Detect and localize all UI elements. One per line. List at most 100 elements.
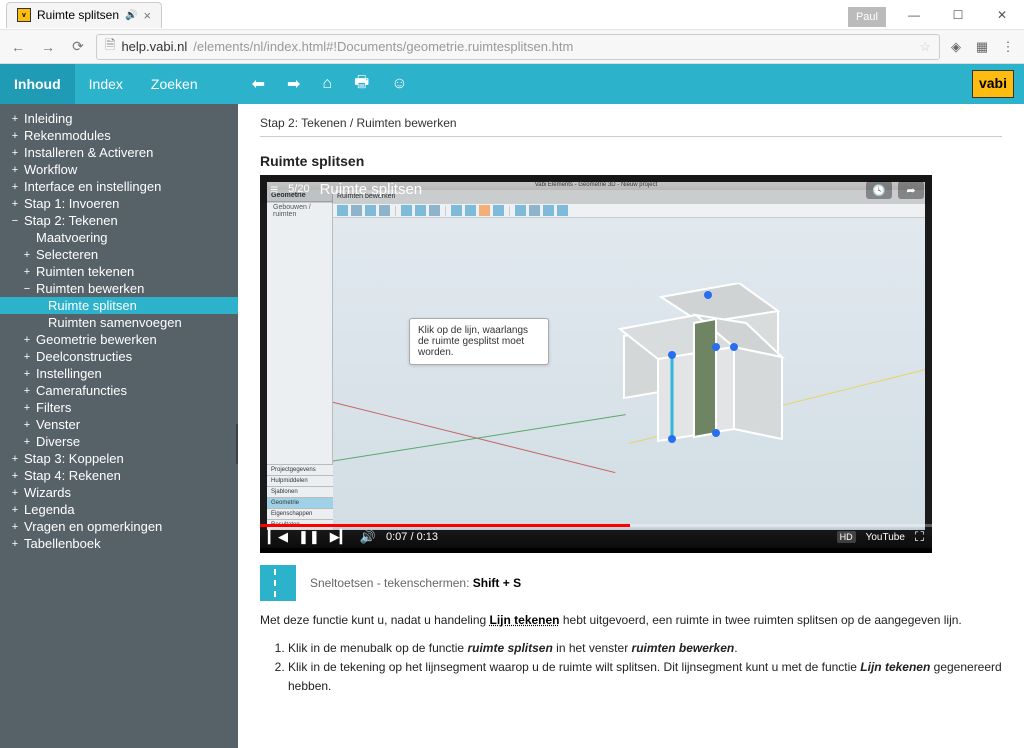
tool-icon[interactable] — [479, 205, 490, 216]
tool-icon[interactable] — [429, 205, 440, 216]
expand-icon[interactable]: + — [10, 130, 20, 142]
sidebar-item[interactable]: +Stap 4: Rekenen — [0, 467, 238, 484]
tool-icon[interactable] — [401, 205, 412, 216]
tool-icon[interactable] — [493, 205, 504, 216]
next-icon[interactable]: ▶▎ — [330, 529, 350, 545]
menu-icon[interactable]: ⋮ — [998, 37, 1018, 57]
expand-icon[interactable]: + — [10, 538, 20, 550]
share-icon[interactable]: ➦ — [898, 181, 924, 199]
expand-icon[interactable]: + — [22, 419, 32, 431]
tool-icon[interactable] — [351, 205, 362, 216]
inline-link[interactable]: Lijn tekenen — [490, 613, 560, 627]
sidebar-item[interactable]: +Workflow — [0, 161, 238, 178]
nav-forward-icon[interactable]: ➡ — [287, 74, 300, 94]
expand-icon[interactable]: + — [10, 181, 20, 193]
tool-icon[interactable] — [337, 205, 348, 216]
sidebar-collapse-handle[interactable]: ◂ — [236, 424, 238, 464]
close-icon[interactable]: ✕ — [980, 0, 1024, 29]
home-icon[interactable]: ⌂ — [322, 75, 332, 93]
expand-icon[interactable]: + — [22, 368, 32, 380]
tab-close-icon[interactable]: × — [143, 8, 151, 23]
sidebar-item[interactable]: +Interface en instellingen — [0, 178, 238, 195]
sidebar-item[interactable]: Ruimte splitsen — [0, 297, 238, 314]
sidebar-item[interactable]: +Venster — [0, 416, 238, 433]
nav-tab-index[interactable]: Index — [75, 64, 137, 104]
expand-icon[interactable]: + — [10, 470, 20, 482]
minimize-icon[interactable]: — — [892, 0, 936, 29]
tool-icon[interactable] — [415, 205, 426, 216]
expand-icon[interactable]: + — [10, 147, 20, 159]
expand-icon[interactable]: + — [22, 351, 32, 363]
bookmark-icon[interactable]: ☆ — [919, 39, 931, 55]
tool-icon[interactable] — [451, 205, 462, 216]
embedded-panel-tab[interactable]: Hulpmiddelen — [267, 475, 333, 486]
forward-icon[interactable]: → — [36, 35, 60, 59]
fullscreen-icon[interactable]: ⛶ — [915, 529, 924, 545]
sidebar-item[interactable]: +Inleiding — [0, 110, 238, 127]
expand-icon[interactable]: + — [22, 402, 32, 414]
sidebar-item[interactable]: Ruimten samenvoegen — [0, 314, 238, 331]
sidebar-item[interactable]: −Ruimten bewerken — [0, 280, 238, 297]
embedded-panel-tab[interactable]: Sjablonen — [267, 486, 333, 497]
sidebar-item[interactable]: +Camerafuncties — [0, 382, 238, 399]
sidebar-item[interactable]: +Installeren & Activeren — [0, 144, 238, 161]
embedded-panel-tab[interactable]: Projectgegevens — [267, 464, 333, 475]
address-bar[interactable]: 🗎 help.vabi.nl/elements/nl/index.html#!D… — [96, 34, 940, 60]
expand-icon[interactable]: + — [22, 334, 32, 346]
expand-icon[interactable]: + — [22, 249, 32, 261]
sidebar-item[interactable]: +Vragen en opmerkingen — [0, 518, 238, 535]
tool-icon[interactable] — [465, 205, 476, 216]
tool-icon[interactable] — [557, 205, 568, 216]
embedded-panel-tab[interactable]: Eigenschappen — [267, 508, 333, 519]
expand-icon[interactable]: + — [22, 385, 32, 397]
sidebar-item[interactable]: +Diverse — [0, 433, 238, 450]
sidebar-item[interactable]: +Deelconstructies — [0, 348, 238, 365]
print-icon[interactable]: 🖶 — [354, 71, 369, 98]
nav-tab-zoeken[interactable]: Zoeken — [137, 64, 212, 104]
sidebar-item[interactable]: +Geometrie bewerken — [0, 331, 238, 348]
nav-tab-inhoud[interactable]: Inhoud — [0, 64, 75, 104]
pause-icon[interactable]: ❚❚ — [298, 529, 320, 545]
extension-icon[interactable]: ▦ — [972, 37, 992, 57]
tool-icon[interactable] — [379, 205, 390, 216]
sidebar-item[interactable]: +Wizards — [0, 484, 238, 501]
tool-icon[interactable] — [365, 205, 376, 216]
maximize-icon[interactable]: ☐ — [936, 0, 980, 29]
expand-icon[interactable]: + — [10, 521, 20, 533]
expand-icon[interactable]: + — [10, 487, 20, 499]
sidebar-item[interactable]: +Tabellenboek — [0, 535, 238, 552]
hd-badge[interactable]: HD — [837, 531, 856, 543]
sidebar-item[interactable]: +Rekenmodules — [0, 127, 238, 144]
tool-icon[interactable] — [543, 205, 554, 216]
nav-back-icon[interactable]: ⬅ — [252, 74, 265, 94]
expand-icon[interactable]: + — [10, 164, 20, 176]
sidebar-item[interactable]: Maatvoering — [0, 229, 238, 246]
volume-icon[interactable]: 🔊 — [360, 529, 376, 545]
youtube-logo-icon[interactable]: YouTube — [866, 532, 905, 543]
back-icon[interactable]: ← — [6, 35, 30, 59]
audio-icon[interactable]: 🔊 — [125, 10, 137, 21]
expand-icon[interactable]: + — [22, 436, 32, 448]
watch-later-icon[interactable]: 🕓 — [866, 181, 892, 199]
expand-icon[interactable]: + — [10, 453, 20, 465]
expand-icon[interactable]: + — [10, 113, 20, 125]
expand-icon[interactable]: + — [22, 266, 32, 278]
video-embed[interactable]: ≡ 5/20 Ruimte splitsen 🕓 ➦ Vabi Elements… — [260, 175, 932, 553]
sidebar-item[interactable]: +Legenda — [0, 501, 238, 518]
sidebar-item[interactable]: +Selecteren — [0, 246, 238, 263]
sidebar-item[interactable]: +Ruimten tekenen — [0, 263, 238, 280]
extension-icon[interactable]: ◈ — [946, 37, 966, 57]
sidebar-item[interactable]: +Stap 3: Koppelen — [0, 450, 238, 467]
embedded-panel-tab[interactable]: Geometrie — [267, 497, 333, 508]
window-user-badge[interactable]: Paul — [848, 7, 886, 27]
tool-icon[interactable] — [529, 205, 540, 216]
playlist-menu-icon[interactable]: ≡ — [270, 181, 278, 197]
collapse-icon[interactable]: − — [10, 215, 20, 227]
sidebar-item[interactable]: +Stap 1: Invoeren — [0, 195, 238, 212]
browser-tab[interactable]: v Ruimte splitsen 🔊 × — [6, 2, 162, 28]
collapse-icon[interactable]: − — [22, 283, 32, 295]
person-icon[interactable]: ☺ — [391, 75, 407, 93]
tool-icon[interactable] — [515, 205, 526, 216]
sidebar-item[interactable]: −Stap 2: Tekenen — [0, 212, 238, 229]
expand-icon[interactable]: + — [10, 198, 20, 210]
